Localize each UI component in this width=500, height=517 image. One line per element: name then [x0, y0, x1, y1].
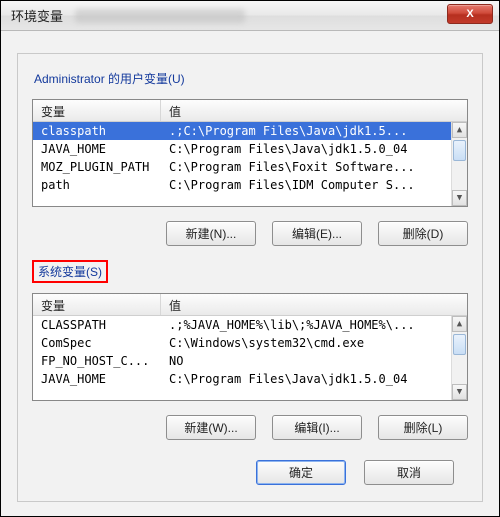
table-row[interactable]: MOZ_PLUGIN_PATH C:\Program Files\Foxit S… — [33, 158, 451, 176]
cell-val: C:\Program Files\Foxit Software... — [161, 158, 451, 176]
user-vars-body: classpath .;C:\Program Files\Java\jdk1.5… — [33, 122, 451, 206]
scroll-up-icon[interactable]: ▲ — [452, 316, 467, 332]
user-vars-header[interactable]: 变量 值 — [33, 100, 467, 122]
cell-var: MOZ_PLUGIN_PATH — [33, 158, 161, 176]
window-title: 环境变量 — [11, 6, 63, 25]
titlebar-blur — [75, 9, 245, 23]
cell-val: NO — [161, 352, 451, 370]
scroll-down-icon[interactable]: ▼ — [452, 384, 467, 400]
env-vars-dialog: 环境变量 X Administrator 的用户变量(U) 变量 值 class… — [1, 1, 499, 516]
table-row[interactable]: FP_NO_HOST_C... NO — [33, 352, 451, 370]
table-row[interactable]: path C:\Program Files\IDM Computer S... — [33, 176, 451, 194]
table-row[interactable]: JAVA_HOME C:\Program Files\Java\jdk1.5.0… — [33, 140, 451, 158]
user-new-button[interactable]: 新建(N)... — [166, 221, 256, 246]
table-row[interactable]: CLASSPATH .;%JAVA_HOME%\lib\;%JAVA_HOME%… — [33, 316, 451, 334]
system-vars-header[interactable]: 变量 值 — [33, 294, 467, 316]
user-edit-button[interactable]: 编辑(E)... — [272, 221, 362, 246]
scroll-down-icon[interactable]: ▼ — [452, 190, 467, 206]
user-vars-list[interactable]: 变量 值 classpath .;C:\Program Files\Java\j… — [32, 99, 468, 207]
cell-var: classpath — [33, 122, 161, 140]
table-row[interactable]: classpath .;C:\Program Files\Java\jdk1.5… — [33, 122, 451, 140]
user-scrollbar[interactable]: ▲ ▼ — [451, 122, 467, 206]
cell-val: C:\Windows\system32\cmd.exe — [161, 334, 451, 352]
cell-var: ComSpec — [33, 334, 161, 352]
scroll-thumb[interactable] — [453, 140, 466, 161]
table-row[interactable]: JAVA_HOME C:\Program Files\Java\jdk1.5.0… — [33, 370, 451, 388]
cell-var: FP_NO_HOST_C... — [33, 352, 161, 370]
cell-var: path — [33, 176, 161, 194]
user-vars-label: Administrator 的用户变量(U) — [32, 68, 187, 89]
titlebar[interactable]: 环境变量 X — [1, 1, 499, 31]
system-edit-button[interactable]: 编辑(I)... — [272, 415, 362, 440]
scroll-track[interactable] — [452, 138, 467, 190]
user-delete-button[interactable]: 删除(D) — [378, 221, 468, 246]
col-val[interactable]: 值 — [161, 294, 467, 315]
system-new-button[interactable]: 新建(W)... — [166, 415, 256, 440]
user-button-row: 新建(N)... 编辑(E)... 删除(D) — [32, 221, 468, 246]
cell-val: C:\Program Files\IDM Computer S... — [161, 176, 451, 194]
close-button[interactable]: X — [447, 4, 493, 24]
cancel-button[interactable]: 取消 — [364, 460, 454, 485]
system-vars-label: 系统变量(S) — [32, 260, 108, 283]
col-var[interactable]: 变量 — [33, 100, 161, 121]
main-panel: Administrator 的用户变量(U) 变量 值 classpath .;… — [17, 53, 483, 502]
ok-button[interactable]: 确定 — [256, 460, 346, 485]
col-var[interactable]: 变量 — [33, 294, 161, 315]
system-delete-button[interactable]: 删除(L) — [378, 415, 468, 440]
cell-val: .;C:\Program Files\Java\jdk1.5... — [161, 122, 451, 140]
system-scrollbar[interactable]: ▲ ▼ — [451, 316, 467, 400]
table-row[interactable]: ComSpec C:\Windows\system32\cmd.exe — [33, 334, 451, 352]
cell-val: C:\Program Files\Java\jdk1.5.0_04 — [161, 140, 451, 158]
col-val[interactable]: 值 — [161, 100, 467, 121]
cell-var: JAVA_HOME — [33, 140, 161, 158]
system-vars-list[interactable]: 变量 值 CLASSPATH .;%JAVA_HOME%\lib\;%JAVA_… — [32, 293, 468, 401]
system-vars-body: CLASSPATH .;%JAVA_HOME%\lib\;%JAVA_HOME%… — [33, 316, 451, 400]
dialog-content: Administrator 的用户变量(U) 变量 值 classpath .;… — [1, 31, 499, 516]
cell-var: CLASSPATH — [33, 316, 161, 334]
cell-val: .;%JAVA_HOME%\lib\;%JAVA_HOME%\... — [161, 316, 451, 334]
scroll-up-icon[interactable]: ▲ — [452, 122, 467, 138]
cell-var: JAVA_HOME — [33, 370, 161, 388]
system-button-row: 新建(W)... 编辑(I)... 删除(L) — [32, 415, 468, 440]
scroll-thumb[interactable] — [453, 334, 466, 355]
close-icon: X — [466, 8, 473, 20]
cell-val: C:\Program Files\Java\jdk1.5.0_04 — [161, 370, 451, 388]
scroll-track[interactable] — [452, 332, 467, 384]
dialog-footer: 确定 取消 — [32, 450, 468, 489]
